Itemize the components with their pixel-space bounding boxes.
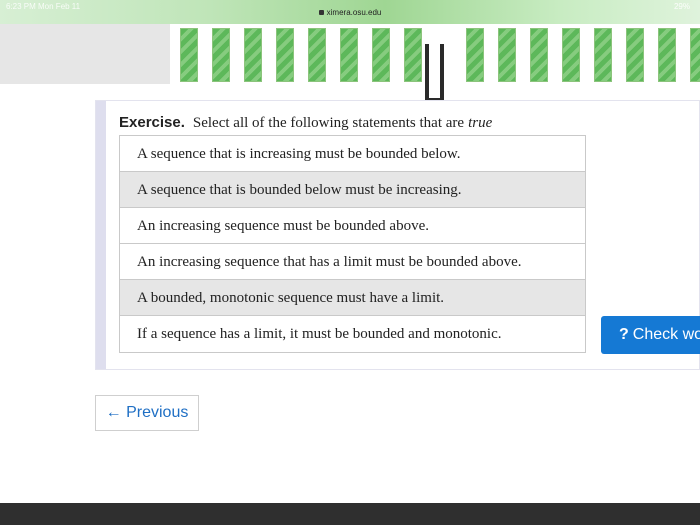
progress-bar-segment <box>276 28 294 82</box>
progress-bar-segment <box>180 28 198 82</box>
previous-button[interactable]: ← Previous <box>95 395 199 431</box>
progress-bar-segment <box>562 28 580 82</box>
progress-bar-segment <box>308 28 326 82</box>
answer-option[interactable]: A bounded, monotonic sequence must have … <box>120 280 585 316</box>
course-banner <box>0 24 700 102</box>
address-bar[interactable]: ximera.osu.edu <box>0 8 700 17</box>
lock-icon <box>318 10 324 15</box>
exercise-label: Exercise. <box>119 114 185 131</box>
exercise-prompt: Select all of the following statements t… <box>192 115 465 131</box>
progress-bar-segment <box>498 28 516 82</box>
battery-indicator: 29% <box>673 2 690 11</box>
answer-option[interactable]: If a sequence has a limit, it must be bo… <box>120 316 585 352</box>
page-footer <box>0 503 700 525</box>
progress-bar-segment <box>658 28 676 82</box>
progress-bar-segment <box>404 28 422 82</box>
status-bar: 6:23 PM Mon Feb 11 ximera.osu.edu 29% <box>0 0 700 26</box>
current-position-marker <box>425 44 444 102</box>
url-text: ximera.osu.edu <box>326 8 382 17</box>
progress-bar-segment <box>626 28 644 82</box>
answer-option[interactable]: A sequence that is increasing must be bo… <box>120 136 585 172</box>
progress-bar-segment <box>530 28 548 82</box>
answer-option[interactable]: An increasing sequence that has a limit … <box>120 244 585 280</box>
check-work-label: Check wo <box>632 326 700 343</box>
exercise-heading: Exercise. Select all of the following sta… <box>119 114 492 132</box>
answer-options: A sequence that is increasing must be bo… <box>119 135 586 353</box>
progress-bar-segment <box>244 28 262 82</box>
progress-bar-segment <box>372 28 390 82</box>
answer-option[interactable]: An increasing sequence must be bounded a… <box>120 208 585 244</box>
progress-bar-segment <box>466 28 484 82</box>
progress-bar-segment <box>594 28 612 82</box>
progress-bar-segment <box>212 28 230 82</box>
exercise-emphasis: true <box>468 115 493 131</box>
progress-bar-segment <box>340 28 358 82</box>
progress-bar-segment <box>690 28 700 82</box>
answer-option[interactable]: A sequence that is bounded below must be… <box>120 172 585 208</box>
check-work-button[interactable]: ? Check wo <box>601 316 700 354</box>
card-accent-bar <box>96 101 106 369</box>
question-icon: ? <box>619 326 629 343</box>
